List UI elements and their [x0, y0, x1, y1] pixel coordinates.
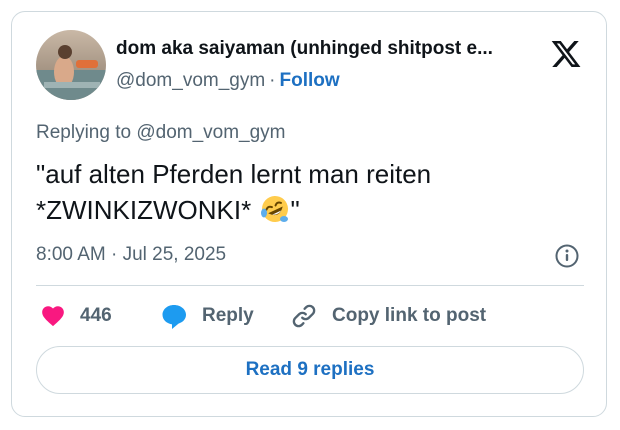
link-icon — [290, 302, 318, 330]
info-icon[interactable] — [554, 243, 580, 269]
tweet-text-line-2-start: *ZWINKIZWONKI* — [36, 195, 259, 225]
author-handle-row: @dom_vom_gym · Follow — [116, 70, 340, 92]
x-logo-icon[interactable] — [550, 38, 582, 70]
tweet-text-line-1: "auf alten Pferden lernt man reiten — [36, 159, 432, 189]
heart-icon — [40, 303, 66, 329]
handle-separator: · — [269, 70, 276, 91]
copy-link-button[interactable]: Copy link to post — [290, 300, 486, 332]
author-display-name[interactable]: dom aka saiyaman (unhinged shitpost e... — [116, 38, 536, 60]
rolling-on-floor-laughing-emoji-icon — [260, 194, 290, 224]
read-replies-button[interactable]: Read 9 replies — [36, 346, 584, 394]
author-handle[interactable]: @dom_vom_gym — [116, 70, 265, 91]
copy-link-label: Copy link to post — [332, 305, 487, 326]
divider — [36, 285, 584, 286]
like-button[interactable]: 446 — [40, 300, 112, 332]
tweet-text-line-2: *ZWINKIZWONKI* " — [36, 192, 576, 228]
tweet-text-line-2-end: " — [290, 195, 300, 225]
replying-to[interactable]: Replying to @dom_vom_gym — [36, 122, 286, 144]
avatar[interactable] — [36, 30, 106, 100]
tweet-text: "auf alten Pferden lernt man reiten *ZWI… — [36, 156, 576, 228]
like-count: 446 — [80, 305, 112, 326]
reply-button[interactable]: Reply — [160, 300, 254, 332]
reply-label: Reply — [202, 305, 254, 326]
reply-bubble-icon — [160, 302, 188, 330]
tweet-timestamp[interactable]: 8:00 AM · Jul 25, 2025 — [36, 244, 226, 266]
follow-button[interactable]: Follow — [280, 70, 340, 91]
